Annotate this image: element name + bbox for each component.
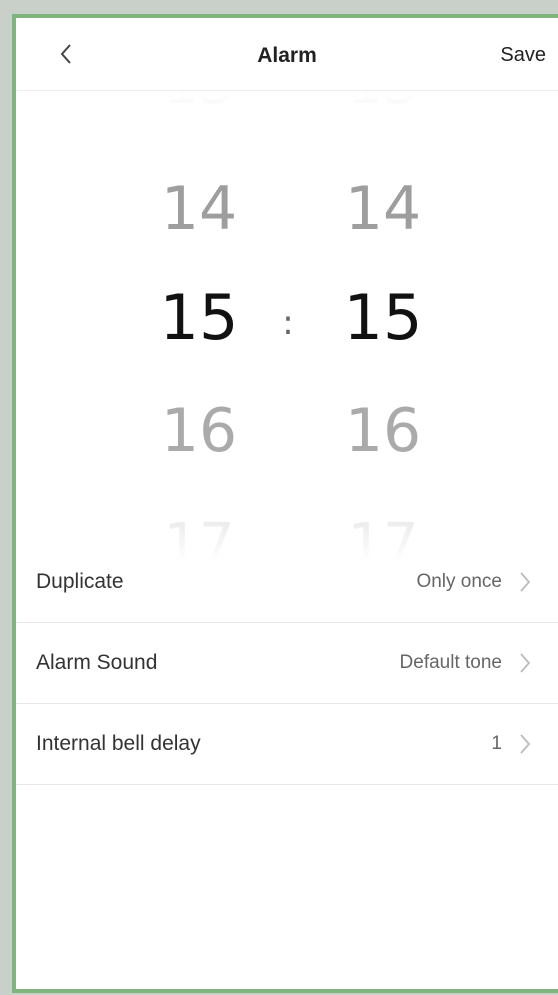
hour-option[interactable]: 14 [139,179,259,239]
time-separator: : [282,303,294,343]
page-title: Alarm [257,44,317,67]
save-button[interactable]: Save [500,44,546,67]
minute-selected[interactable]: 15 [323,287,443,349]
hour-option[interactable]: 13 [139,91,259,113]
row-label: Internal bell delay [36,732,201,755]
screen-background: Alarm Save 13 14 15 16 17 : 13 14 15 16 … [0,0,558,995]
row-value: Default tone [399,652,502,673]
alarm-sound-row[interactable]: Alarm Sound Default tone [16,623,558,704]
chevron-right-icon [520,653,531,673]
row-label: Duplicate [36,570,124,593]
time-picker[interactable]: 13 14 15 16 17 : 13 14 15 16 17 [16,91,558,561]
hour-wheel[interactable]: 13 14 15 16 17 [139,91,259,561]
row-value: Only once [416,571,502,592]
minute-wheel[interactable]: 13 14 15 16 17 [323,91,443,561]
duplicate-row[interactable]: Duplicate Only once [16,542,558,623]
row-value: 1 [491,733,502,754]
minute-option[interactable]: 14 [323,179,443,239]
minute-option[interactable]: 13 [323,91,443,113]
hour-selected[interactable]: 15 [139,287,259,349]
hour-option[interactable]: 16 [139,401,259,461]
internal-bell-delay-row[interactable]: Internal bell delay 1 [16,704,558,785]
row-label: Alarm Sound [36,651,158,674]
header-bar: Alarm Save [16,18,558,91]
chevron-right-icon [520,572,531,592]
app-screen: Alarm Save 13 14 15 16 17 : 13 14 15 16 … [12,14,558,993]
settings-list: Duplicate Only once Alarm Sound Default … [16,542,558,785]
chevron-right-icon [520,734,531,754]
minute-option[interactable]: 16 [323,401,443,461]
picker-fade-top [16,91,558,151]
